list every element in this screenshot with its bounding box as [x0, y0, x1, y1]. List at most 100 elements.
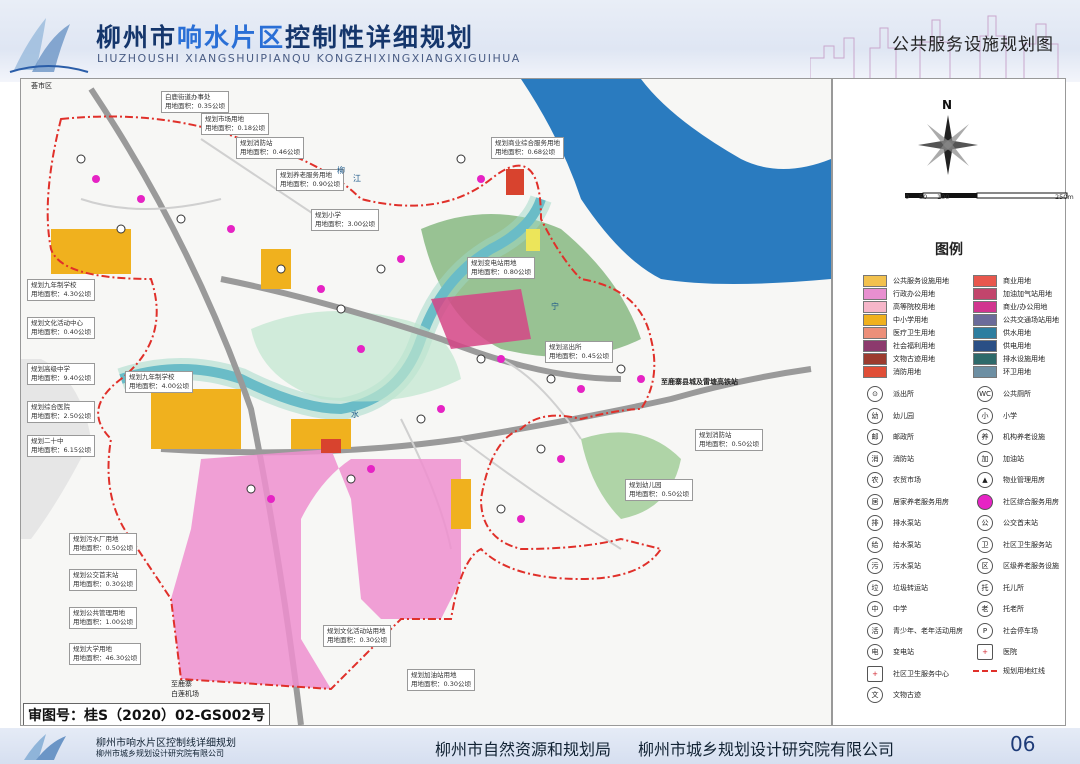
- legend-swatch: [863, 275, 887, 287]
- school-land: [51, 229, 131, 274]
- legend-land-item: 高等院校用地: [863, 301, 935, 313]
- legend-label: 社区卫生服务站: [1003, 540, 1052, 549]
- legend-swatch: [863, 366, 887, 378]
- callout-label: 规划养老服务用地 用地面积：0.90公顷: [276, 169, 344, 191]
- callout-label: 规划综合医院 用地面积：2.50公顷: [27, 401, 95, 423]
- legend-symbol-icon: 消: [867, 450, 883, 467]
- legend-label: 公交首末站: [1003, 519, 1038, 527]
- legend-label: 变电站: [893, 648, 914, 656]
- legend-icon-item: 排 排水泵站: [863, 515, 921, 531]
- legend-label: 公共厕所: [1003, 390, 1031, 398]
- legend-label: 供水用地: [1003, 329, 1031, 337]
- legend-label: 污水泵站: [893, 562, 921, 570]
- legend-symbol-icon: 电: [867, 644, 883, 660]
- legend-icon-item: 农 农贸市场: [863, 472, 921, 488]
- legend-icon-item: 小 小学: [973, 407, 1017, 424]
- legend-symbol-icon: [973, 669, 997, 672]
- legend-label: 区级养老服务设施: [1003, 562, 1059, 570]
- legend-land-item: 中小学用地: [863, 314, 928, 326]
- map-canvas[interactable]: 白鹿街道办事处 用地面积：0.35公顷 规划市场用地 用地面积：0.18公顷 规划消…: [20, 78, 832, 726]
- legend-title: 图例: [935, 242, 963, 258]
- legend-label: 青少年、老年活动用房: [893, 626, 963, 635]
- direction-label: 至鹿寨县城及雷塘高铁站: [661, 378, 738, 386]
- legend-icon-item: 托 托儿所: [973, 579, 1024, 596]
- legend-label: 社会福利用地: [893, 342, 935, 350]
- legend-land-item: 商业用地: [973, 275, 1031, 287]
- legend-icon-item: 中 中学: [863, 601, 907, 617]
- legend-label: 农贸市场: [893, 476, 921, 484]
- legend-label: 物业管理用房: [1003, 476, 1045, 484]
- legend-icon-item: 电 变电站: [863, 644, 914, 660]
- city-logo-icon: [9, 18, 89, 73]
- legend-label: 中小学用地: [893, 316, 928, 324]
- school-land: [451, 479, 471, 529]
- legend-symbol-icon: 养: [977, 429, 993, 445]
- legend-label: 消防站: [893, 454, 914, 463]
- callout-label: 规划市场用地 用地面积：0.18公顷: [201, 113, 269, 135]
- commercial-land: [321, 439, 341, 453]
- legend-label: 高等院校用地: [893, 303, 935, 311]
- legend-land-item: 供水用地: [973, 327, 1031, 339]
- callout-label: 规划派出所 用地面积：0.45公顷: [545, 341, 613, 363]
- legend-label: 居家养老服务用房: [893, 497, 949, 506]
- legend-swatch: [863, 340, 887, 352]
- plan-title: 柳州市响水片区控制性详细规划: [96, 23, 475, 52]
- legend-label: 加油站: [1003, 454, 1024, 463]
- callout-label: 规划消防站 用地面积：0.50公顷: [695, 429, 763, 451]
- fire-station-land: [506, 169, 524, 195]
- scale-label: 50: [919, 193, 928, 201]
- legend-label: 文物古迹用地: [893, 355, 935, 363]
- header: 柳州市响水片区控制性详细规划 LIUZHOUSHI XIANGSHUIPIANQ…: [0, 0, 1080, 82]
- review-number: 审图号：桂S（2020）02-GS002号: [23, 703, 271, 725]
- legend-icon-item: 区 区级养老服务设施: [973, 558, 1059, 574]
- water-label: 水: [351, 410, 359, 419]
- callout-label: 规划小学 用地面积：3.00公顷: [311, 209, 379, 231]
- callout-label: 白鹿街道办事处 用地面积：0.35公顷: [161, 91, 229, 113]
- legend-label: 环卫用地: [1003, 368, 1031, 376]
- callout-label: 规划文化活动站用地 用地面积：0.30公顷: [323, 625, 391, 647]
- legend-icon-item: 给 给水泵站: [863, 536, 921, 553]
- callout-label: 规划幼儿园 用地面积：0.50公顷: [625, 479, 693, 501]
- legend-label: 文物古迹: [893, 691, 921, 699]
- legend-icon-item: 卫 社区卫生服务站: [973, 536, 1052, 553]
- legend-symbol-icon: 农: [867, 472, 883, 488]
- legend-swatch: [973, 353, 997, 365]
- legend-swatch: [973, 314, 997, 326]
- legend-symbol-icon: 小: [977, 407, 993, 424]
- callout-label: 规划变电站用地 用地面积：0.80公顷: [467, 257, 535, 279]
- legend-icon-item: 邮 邮政所: [863, 429, 914, 445]
- legend-icon-item: 消 消防站: [863, 450, 914, 467]
- legend-label: 加油加气站用地: [1003, 290, 1052, 298]
- legend-panel: N 0 50 100 250m 图例 公共服务设施用地 商业用地 行政办公用地 加油加…: [832, 78, 1074, 726]
- legend-land-item: 文物古迹用地: [863, 353, 935, 365]
- callout-label: 规划文化活动中心 用地面积：0.40公顷: [27, 317, 95, 339]
- legend-swatch: [863, 301, 887, 313]
- legend-land-item: 供电用地: [973, 340, 1031, 352]
- legend-label: 排水泵站: [893, 519, 921, 527]
- callout-label: 规划二十中 用地面积：6.15公顷: [27, 435, 95, 457]
- legend-symbol-icon: +: [977, 644, 993, 660]
- legend-land-item: 加油加气站用地: [973, 288, 1052, 300]
- legend-label: 社会停车场: [1003, 626, 1038, 635]
- legend-symbol-icon: P: [977, 622, 993, 639]
- footer-plan-name: 柳州市响水片区控制线详细规划: [96, 738, 236, 749]
- legend-label: 邮政所: [893, 433, 914, 441]
- legend-icon-item: ⊙ 派出所: [863, 386, 914, 402]
- legend-label: 商业/办公用地: [1003, 303, 1048, 311]
- legend-icon-item: P 社会停车场: [973, 622, 1038, 639]
- legend-symbol-icon: 托: [977, 579, 993, 596]
- legend-land-item: 消防用地: [863, 366, 921, 378]
- legend-swatch: [863, 288, 887, 300]
- legend-land-item: 商业/办公用地: [973, 301, 1047, 313]
- legend-label: 派出所: [893, 390, 914, 398]
- map-title: 公共服务设施规划图: [892, 35, 1054, 55]
- legend-land-item: 行政办公用地: [863, 288, 935, 300]
- legend-label: 规划用地红线: [1003, 666, 1045, 675]
- legend-icon-item: 文 文物古迹: [863, 687, 921, 703]
- legend-icon-item: 公 公交首末站: [973, 515, 1038, 531]
- legend-label: 机构养老设施: [1003, 433, 1045, 441]
- legend-icon-item: ▲ 物业管理用房: [973, 472, 1045, 488]
- legend-symbol-icon: 卫: [977, 536, 993, 553]
- direction-label: 至鹿寨 白莲机场: [171, 680, 199, 698]
- land-use-map: [21, 79, 831, 725]
